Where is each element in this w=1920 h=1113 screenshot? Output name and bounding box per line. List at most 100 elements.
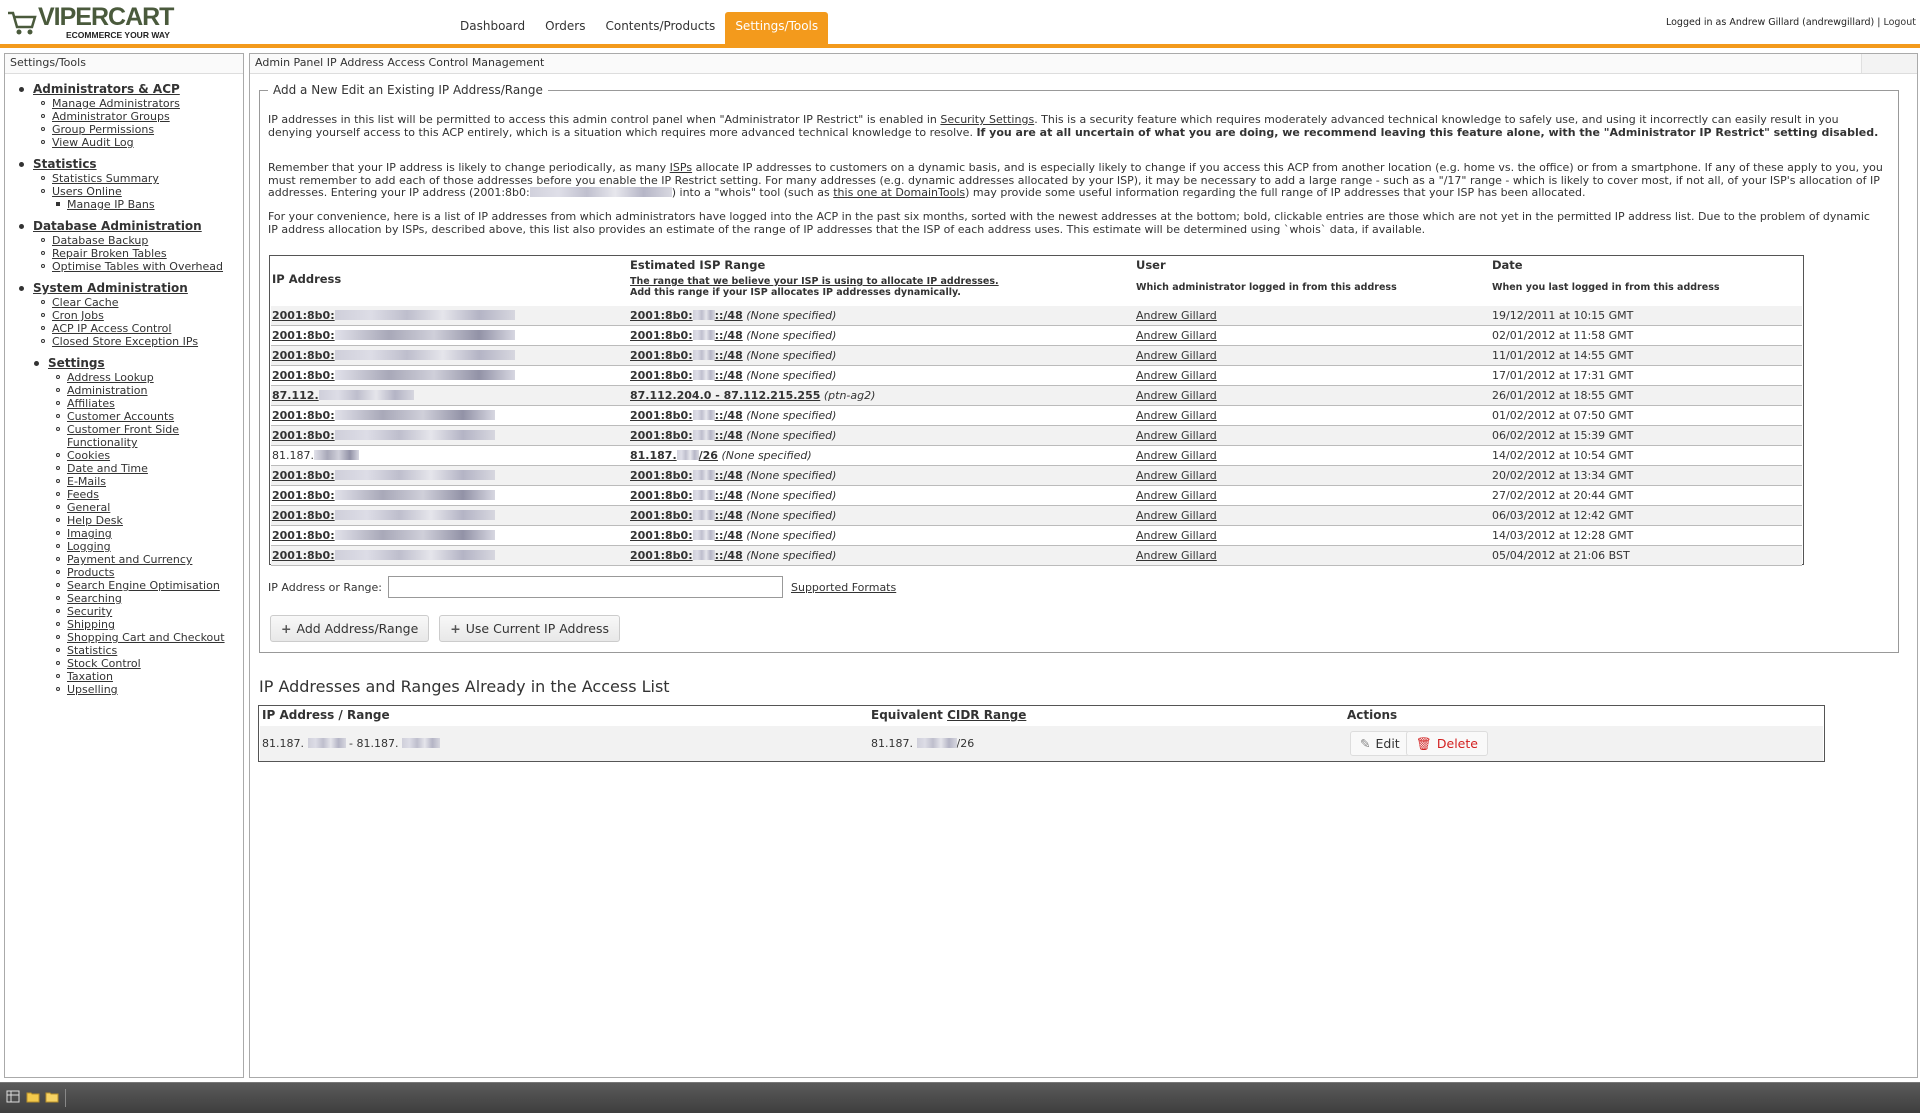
sidebar-item-label[interactable]: Feeds: [67, 488, 99, 501]
sidebar-item[interactable]: Cookies: [56, 449, 243, 462]
sidebar-item-label[interactable]: E-Mails: [67, 475, 106, 488]
sidebar-subitem-label[interactable]: Manage IP Bans: [67, 198, 155, 211]
sidebar-item[interactable]: Shopping Cart and Checkout: [56, 631, 243, 644]
sidebar-item[interactable]: Users Online: [41, 185, 243, 198]
sidebar-item[interactable]: Products: [56, 566, 243, 579]
supported-formats-link[interactable]: Supported Formats: [791, 581, 896, 594]
sidebar-item[interactable]: Affiliates: [56, 397, 243, 410]
nav-dashboard[interactable]: Dashboard: [450, 12, 535, 44]
row-range[interactable]: 2001:8b0:::/48 (None specified): [630, 489, 836, 503]
sidebar-item[interactable]: Manage Administrators: [41, 97, 243, 110]
sidebar-item-label[interactable]: Manage Administrators: [52, 97, 180, 110]
sidebar-item[interactable]: E-Mails: [56, 475, 243, 488]
sidebar-group-heading-link[interactable]: Settings: [48, 356, 105, 371]
sidebar-item[interactable]: Imaging: [56, 527, 243, 540]
sidebar-item[interactable]: Shipping: [56, 618, 243, 631]
sidebar-item-label[interactable]: Products: [67, 566, 115, 579]
logout-link[interactable]: Logout: [1883, 17, 1916, 28]
row-user[interactable]: Andrew Gillard: [1136, 329, 1217, 343]
row-ip[interactable]: 2001:8b0:: [272, 529, 495, 543]
sidebar-item[interactable]: Help Desk: [56, 514, 243, 527]
sidebar-group-heading[interactable]: Database Administration: [19, 219, 243, 234]
grid-icon[interactable]: [6, 1090, 20, 1103]
sidebar-item-label[interactable]: Searching: [67, 592, 122, 605]
sidebar-item-label[interactable]: Statistics: [67, 644, 117, 657]
sidebar-item-label[interactable]: Imaging: [67, 527, 112, 540]
sidebar-item-label[interactable]: Shopping Cart and Checkout: [67, 631, 225, 644]
sidebar-item-label[interactable]: Database Backup: [52, 234, 148, 247]
domaintools-link[interactable]: this one at DomainTools: [833, 186, 965, 199]
row-user[interactable]: Andrew Gillard: [1136, 429, 1217, 443]
sidebar-item[interactable]: Logging: [56, 540, 243, 553]
row-user[interactable]: Andrew Gillard: [1136, 369, 1217, 383]
row-ip[interactable]: 2001:8b0:: [272, 349, 515, 363]
sidebar-item[interactable]: Database Backup: [41, 234, 243, 247]
sidebar-item[interactable]: Taxation: [56, 670, 243, 683]
row-range[interactable]: 2001:8b0:::/48 (None specified): [630, 549, 836, 563]
sidebar-item-label[interactable]: Address Lookup: [67, 371, 154, 384]
sidebar-group-heading[interactable]: Administrators & ACP: [19, 82, 243, 97]
sidebar-item-label[interactable]: Group Permissions: [52, 123, 154, 136]
sidebar-item-label[interactable]: ACP IP Access Control: [52, 322, 171, 335]
sidebar-subitem[interactable]: Manage IP Bans: [56, 198, 243, 211]
row-user[interactable]: Andrew Gillard: [1136, 489, 1217, 503]
sidebar-item-label[interactable]: Administration: [67, 384, 148, 397]
row-range[interactable]: 81.187./26 (None specified): [630, 449, 812, 463]
sidebar-item[interactable]: Closed Store Exception IPs: [41, 335, 243, 348]
sidebar-item-label[interactable]: Date and Time: [67, 462, 148, 475]
sidebar-item-label[interactable]: Upselling: [67, 683, 118, 696]
row-user[interactable]: Andrew Gillard: [1136, 469, 1217, 483]
sidebar-item[interactable]: Statistics Summary: [41, 172, 243, 185]
sidebar-item[interactable]: Cron Jobs: [41, 309, 243, 322]
row-ip[interactable]: 2001:8b0:: [272, 509, 495, 523]
folder-icon[interactable]: [26, 1090, 40, 1103]
sidebar-item[interactable]: Administration: [56, 384, 243, 397]
sidebar-group-heading[interactable]: Statistics: [19, 157, 243, 172]
sidebar-item-label[interactable]: Help Desk: [67, 514, 123, 527]
row-ip[interactable]: 2001:8b0:: [272, 429, 495, 443]
sidebar-item[interactable]: Customer Front Side Functionality: [56, 423, 243, 449]
use-current-ip-button[interactable]: + Use Current IP Address: [439, 615, 620, 642]
row-user[interactable]: Andrew Gillard: [1136, 309, 1217, 323]
row-ip[interactable]: 2001:8b0:: [272, 549, 495, 563]
row-range[interactable]: 2001:8b0:::/48 (None specified): [630, 329, 836, 343]
sidebar-group-heading-link[interactable]: Administrators & ACP: [33, 82, 180, 97]
row-user[interactable]: Andrew Gillard: [1136, 449, 1217, 463]
sidebar-item-label[interactable]: Logging: [67, 540, 111, 553]
row-user[interactable]: Andrew Gillard: [1136, 529, 1217, 543]
row-range[interactable]: 87.112.204.0 - 87.112.215.255 (ptn-ag2): [630, 389, 875, 403]
row-ip[interactable]: 87.112.: [272, 389, 414, 403]
sidebar-item-label[interactable]: Closed Store Exception IPs: [52, 335, 198, 348]
row-ip[interactable]: 2001:8b0:: [272, 309, 515, 323]
sidebar-item-label[interactable]: Taxation: [67, 670, 113, 683]
sidebar-item-label[interactable]: Payment and Currency: [67, 553, 192, 566]
sidebar-item[interactable]: Security: [56, 605, 243, 618]
sidebar-item[interactable]: Date and Time: [56, 462, 243, 475]
sidebar-item[interactable]: Search Engine Optimisation: [56, 579, 243, 592]
ip-range-input[interactable]: [388, 576, 783, 598]
row-range[interactable]: 2001:8b0:::/48 (None specified): [630, 469, 836, 483]
sidebar-item-label[interactable]: Stock Control: [67, 657, 141, 670]
sidebar-item[interactable]: Payment and Currency: [56, 553, 243, 566]
sidebar-item[interactable]: Repair Broken Tables: [41, 247, 243, 260]
row-range[interactable]: 2001:8b0:::/48 (None specified): [630, 349, 836, 363]
row-ip[interactable]: 2001:8b0:: [272, 369, 515, 383]
row-ip[interactable]: 2001:8b0:: [272, 409, 495, 423]
row-range[interactable]: 2001:8b0:::/48 (None specified): [630, 369, 836, 383]
sidebar-item-label[interactable]: Cron Jobs: [52, 309, 104, 322]
sidebar-item-label[interactable]: Clear Cache: [52, 296, 118, 309]
sidebar-item[interactable]: General: [56, 501, 243, 514]
row-range[interactable]: 2001:8b0:::/48 (None specified): [630, 509, 836, 523]
sidebar-item[interactable]: Feeds: [56, 488, 243, 501]
sidebar-item[interactable]: Address Lookup: [56, 371, 243, 384]
sidebar-item[interactable]: View Audit Log: [41, 136, 243, 149]
edit-button[interactable]: ✎ Edit: [1350, 731, 1410, 756]
sidebar-item[interactable]: Group Permissions: [41, 123, 243, 136]
folder-open-icon[interactable]: [45, 1090, 59, 1103]
sidebar-item-label[interactable]: Administrator Groups: [52, 110, 170, 123]
sidebar-item-label[interactable]: Statistics Summary: [52, 172, 159, 185]
sidebar-item[interactable]: Optimise Tables with Overhead: [41, 260, 243, 273]
row-user[interactable]: Andrew Gillard: [1136, 389, 1217, 403]
sidebar-item-label[interactable]: View Audit Log: [52, 136, 134, 149]
sidebar-item-label[interactable]: Customer Accounts: [67, 410, 174, 423]
